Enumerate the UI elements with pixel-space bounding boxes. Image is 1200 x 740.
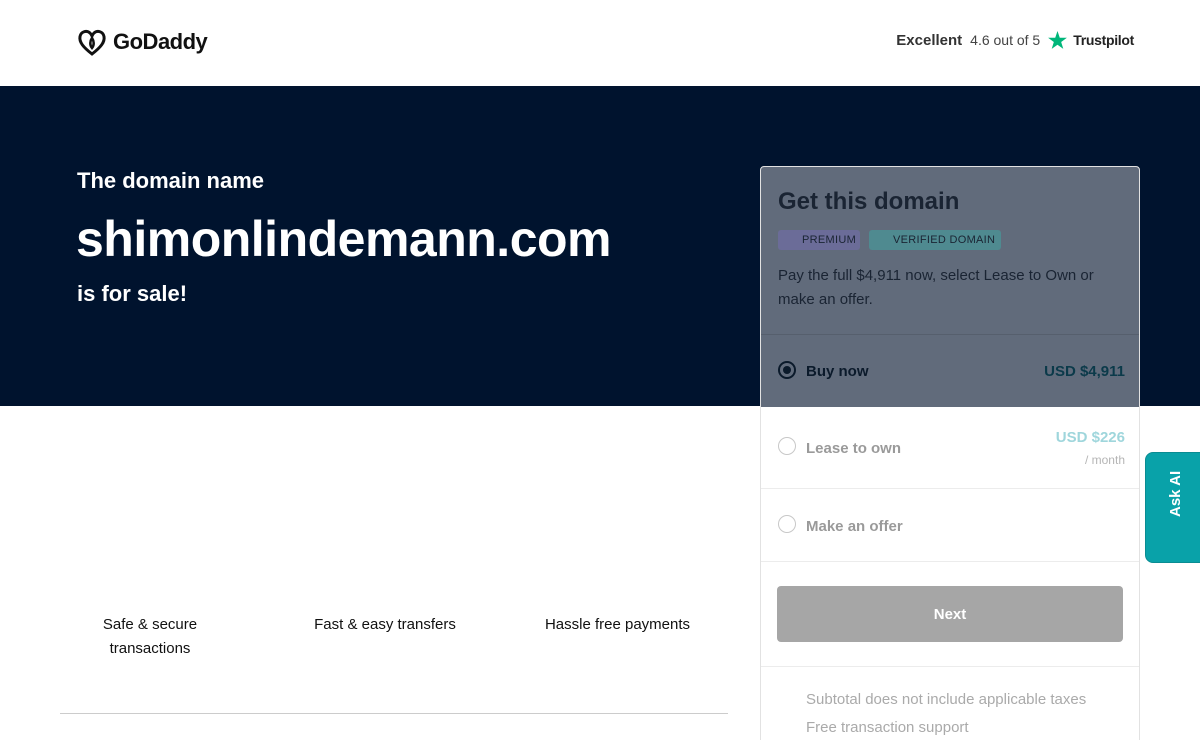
ask-ai-label: Ask AI (1167, 470, 1184, 517)
feature-safe-secure: Safe & secure transactions (102, 616, 198, 657)
card-header: Get this domain PREMIUM VERIFIED DOMAIN … (761, 167, 1139, 335)
buy-now-radio[interactable] (778, 361, 796, 379)
site-header: GoDaddy Excellent 4.6 out of 5 Trustpilo… (0, 0, 1200, 86)
rating-score: 4.6 out of 5 (970, 32, 1041, 48)
option-make-offer[interactable]: Make an offer (761, 489, 1139, 562)
buy-now-label: Buy now (806, 363, 869, 380)
purchase-card: Get this domain PREMIUM VERIFIED DOMAIN … (760, 166, 1140, 740)
lease-to-own-radio[interactable] (778, 437, 796, 455)
option-lease-to-own[interactable]: Lease to own USD $226 / month (761, 407, 1139, 489)
card-description: Pay the full $4,911 now, select Lease to… (778, 267, 1094, 308)
next-section: Next (761, 562, 1139, 667)
subtotal-note: Subtotal does not include applicable tax… (806, 691, 1087, 708)
lease-to-own-label: Lease to own (806, 440, 902, 457)
make-offer-radio[interactable] (778, 515, 796, 533)
feature-fast-transfers: Fast & easy transfers (314, 616, 456, 633)
section-divider (60, 713, 728, 714)
logo-wordmark: GoDaddy (113, 29, 208, 54)
godaddy-heart-icon (78, 29, 106, 56)
premium-badge: PREMIUM (778, 230, 860, 250)
lease-period: / month (1084, 453, 1125, 467)
trustpilot-brand: Trustpilot (1073, 32, 1134, 48)
hero-intro: The domain name (77, 168, 265, 193)
ask-ai-tab[interactable]: Ask AI (1145, 452, 1200, 563)
lease-price: USD $226 (1055, 429, 1125, 446)
rating-word: Excellent (896, 31, 963, 49)
option-buy-now[interactable]: Buy now USD $4,911 (761, 335, 1139, 407)
hero-for-sale: is for sale! (77, 281, 188, 306)
support-note: Free transaction support (806, 719, 969, 736)
domain-name-heading: shimonlindemann.com (76, 211, 612, 267)
make-offer-label: Make an offer (806, 518, 903, 535)
feature-hassle-free: Hassle free payments (544, 616, 691, 633)
verified-domain-badge: VERIFIED DOMAIN (869, 230, 1001, 250)
trustpilot-rating[interactable]: Excellent 4.6 out of 5 Trustpilot (896, 31, 1134, 49)
next-button[interactable]: Next (777, 586, 1123, 642)
buy-now-price: USD $4,911 (1044, 363, 1125, 380)
card-title: Get this domain (778, 188, 960, 215)
godaddy-logo[interactable]: GoDaddy (77, 28, 208, 56)
trustpilot-star-icon (1048, 31, 1068, 49)
